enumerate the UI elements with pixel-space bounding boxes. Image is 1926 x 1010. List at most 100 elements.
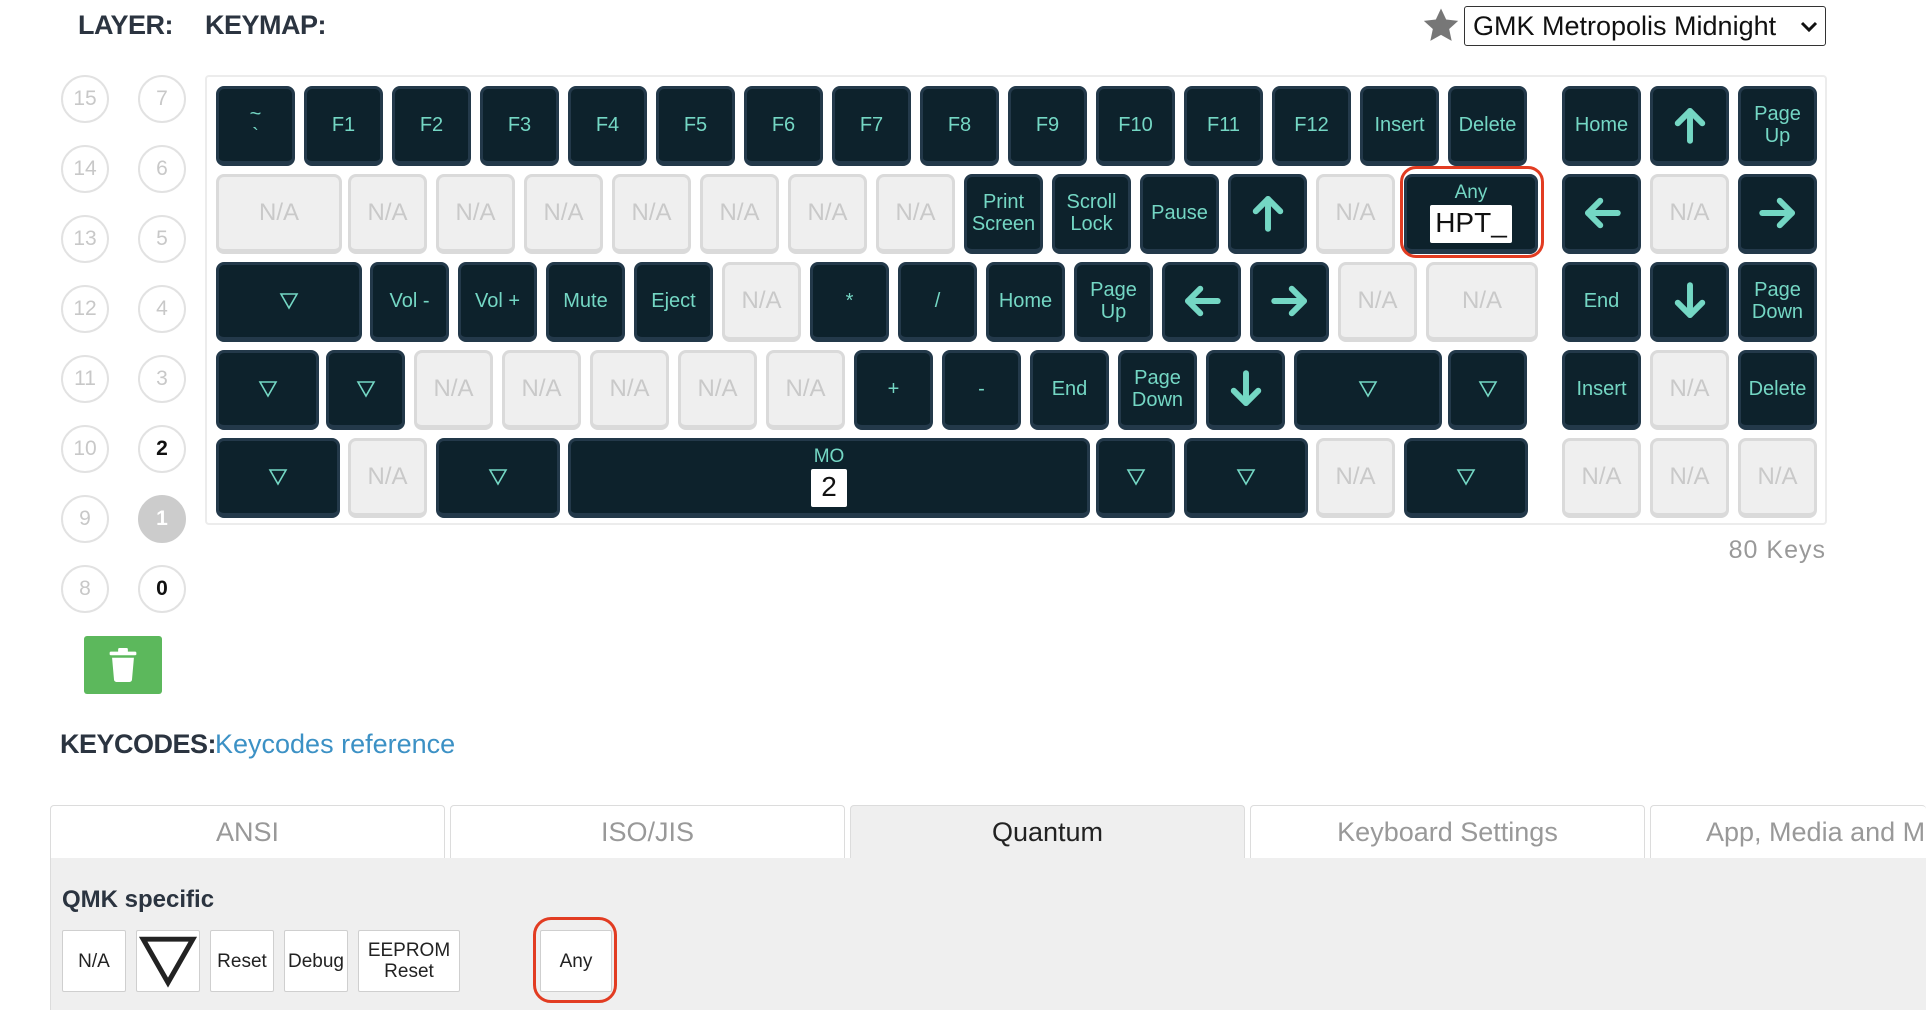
tab-app-media-and-m[interactable]: App, Media and M [1650,805,1926,859]
key-na[interactable]: N/A [678,350,757,430]
key-param-box[interactable]: 2 [811,469,847,507]
key-transparent[interactable] [1184,438,1308,518]
key-f5[interactable]: F5 [656,86,735,166]
key-f6[interactable]: F6 [744,86,823,166]
key-transparent[interactable] [436,438,560,518]
layer-11-button[interactable]: 11 [61,355,109,403]
key-delete[interactable]: Delete [1448,86,1527,166]
keycode-reset[interactable]: Reset [210,930,274,992]
key-page-down[interactable]: Page Down [1118,350,1197,430]
key-f3[interactable]: F3 [480,86,559,166]
layer-5-button[interactable]: 5 [138,215,186,263]
key-na[interactable]: N/A [722,262,801,342]
key-arrow-right[interactable] [1738,174,1817,254]
key-vol[interactable]: Vol + [458,262,537,342]
key-na[interactable]: N/A [502,350,581,430]
layer-1-button[interactable]: 1 [138,495,186,543]
key-vol-[interactable]: Vol - [370,262,449,342]
key-arrow-up[interactable] [1228,174,1307,254]
key-na[interactable]: N/A [700,174,779,254]
key-na[interactable]: N/A [414,350,493,430]
key-arrow-left[interactable] [1562,174,1641,254]
key-na[interactable]: N/A [1316,174,1395,254]
key-page-up[interactable]: Page Up [1074,262,1153,342]
key-transparent[interactable] [1448,350,1527,430]
key-arrow-down[interactable] [1650,262,1729,342]
layer-0-button[interactable]: 0 [138,565,186,613]
key-end[interactable]: End [1562,262,1641,342]
key-f12[interactable]: F12 [1272,86,1351,166]
key-transparent[interactable] [216,350,319,430]
key-na[interactable]: N/A [1316,438,1395,518]
key-transparent[interactable] [216,262,362,342]
layer-9-button[interactable]: 9 [61,495,109,543]
layer-12-button[interactable]: 12 [61,285,109,333]
theme-select[interactable]: GMK Metropolis Midnight [1464,6,1826,46]
key-f11[interactable]: F11 [1184,86,1263,166]
key-na[interactable]: N/A [612,174,691,254]
key-home[interactable]: Home [1562,86,1641,166]
key-insert[interactable]: Insert [1360,86,1439,166]
key-symbol[interactable]: + [854,350,933,430]
key-na[interactable]: N/A [524,174,603,254]
layer-15-button[interactable]: 15 [61,75,109,123]
key-na[interactable]: N/A [1650,350,1729,430]
keycode-debug[interactable]: Debug [284,930,348,992]
key-transparent[interactable] [1404,438,1528,518]
key-na[interactable]: N/A [876,174,955,254]
keycode-transparent[interactable] [136,930,200,992]
layer-2-button[interactable]: 2 [138,425,186,473]
tab-iso-jis[interactable]: ISO/JIS [450,805,845,859]
key-f4[interactable]: F4 [568,86,647,166]
key-page-down[interactable]: Page Down [1738,262,1817,342]
star-icon[interactable] [1420,6,1462,46]
key-f2[interactable]: F2 [392,86,471,166]
key-eject[interactable]: Eject [634,262,713,342]
key-transparent[interactable] [326,350,405,430]
key-na[interactable]: N/A [436,174,515,254]
key--[interactable]: - [942,350,1021,430]
key-na[interactable]: N/A [788,174,867,254]
key-print-screen[interactable]: Print Screen [964,174,1043,254]
key-symbol[interactable]: * [810,262,889,342]
tab-quantum[interactable]: Quantum [850,805,1245,859]
key-mute[interactable]: Mute [546,262,625,342]
key-symbol[interactable]: / [898,262,977,342]
layer-4-button[interactable]: 4 [138,285,186,333]
key-delete[interactable]: Delete [1738,350,1817,430]
key-insert[interactable]: Insert [1562,350,1641,430]
key-mo-2[interactable]: MO 2 [568,438,1090,518]
key-transparent[interactable] [216,438,340,518]
layer-13-button[interactable]: 13 [61,215,109,263]
key-home[interactable]: Home [986,262,1065,342]
layer-7-button[interactable]: 7 [138,75,186,123]
key--[interactable]: ~ ` [216,86,295,166]
keycode-eeprom-reset[interactable]: EEPROM Reset [358,930,460,992]
layer-14-button[interactable]: 14 [61,145,109,193]
key-f1[interactable]: F1 [304,86,383,166]
trash-button[interactable] [84,636,162,694]
keycode-n-a[interactable]: N/A [62,930,126,992]
key-transparent[interactable] [1294,350,1442,430]
key-na[interactable]: N/A [590,350,669,430]
key-na[interactable]: N/A [766,350,845,430]
key-na[interactable]: N/A [1650,438,1729,518]
key-na[interactable]: N/A [1338,262,1417,342]
key-arrow-left[interactable] [1162,262,1241,342]
layer-6-button[interactable]: 6 [138,145,186,193]
key-f8[interactable]: F8 [920,86,999,166]
key-na[interactable]: N/A [216,174,342,254]
tab-ansi[interactable]: ANSI [50,805,445,859]
key-na[interactable]: N/A [348,438,427,518]
key-arrow-down[interactable] [1206,350,1285,430]
key-arrow-right[interactable] [1250,262,1329,342]
key-na[interactable]: N/A [1738,438,1817,518]
keycodes-reference-link[interactable]: Keycodes reference [215,729,455,760]
layer-3-button[interactable]: 3 [138,355,186,403]
key-na[interactable]: N/A [1562,438,1641,518]
key-arrow-up[interactable] [1650,86,1729,166]
tab-keyboard-settings[interactable]: Keyboard Settings [1250,805,1645,859]
key-na[interactable]: N/A [1426,262,1538,342]
key-f9[interactable]: F9 [1008,86,1087,166]
key-na[interactable]: N/A [1650,174,1729,254]
